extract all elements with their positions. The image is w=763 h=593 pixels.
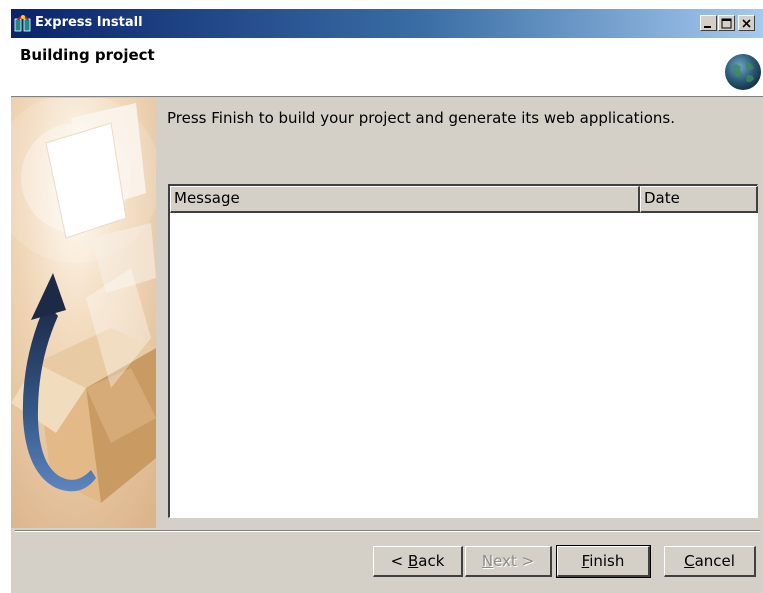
maximize-button[interactable] [718,15,735,31]
next-label-mnemonic: N [481,551,494,570]
back-label-mnemonic: B [407,551,419,570]
cancel-label-post: ancel [694,551,735,570]
column-header-date[interactable]: Date [640,186,758,213]
close-button[interactable] [738,15,755,31]
title-bar[interactable]: Express Install [11,9,763,38]
minimize-icon [704,26,711,28]
express-install-window: Express Install Building project Press F… [10,8,763,593]
back-button[interactable]: < Back [373,546,463,577]
finish-button[interactable]: Finish [556,545,651,578]
back-label-post: ack [418,551,445,570]
maximize-icon [721,18,732,29]
cancel-button[interactable]: Cancel [664,546,756,577]
back-label-pre: < [390,551,408,570]
list-header: Message Date [170,186,758,213]
minimize-button[interactable] [700,15,717,31]
message-list[interactable]: Message Date [168,184,758,518]
wizard-header: Building project [11,38,763,97]
instruction-text: Press Finish to build your project and g… [167,109,675,127]
cancel-label-mnemonic: C [684,551,695,570]
box-illustration [11,98,156,528]
app-icon [14,15,31,32]
column-header-message[interactable]: Message [170,186,640,213]
close-icon [742,19,751,28]
page-title: Building project [20,46,155,64]
globe-icon [725,54,761,90]
next-label-post: ext > [493,551,535,570]
window-title: Express Install [35,15,143,30]
finish-label-post: inish [589,551,625,570]
button-separator [15,530,760,532]
next-button[interactable]: Next > [465,546,552,577]
